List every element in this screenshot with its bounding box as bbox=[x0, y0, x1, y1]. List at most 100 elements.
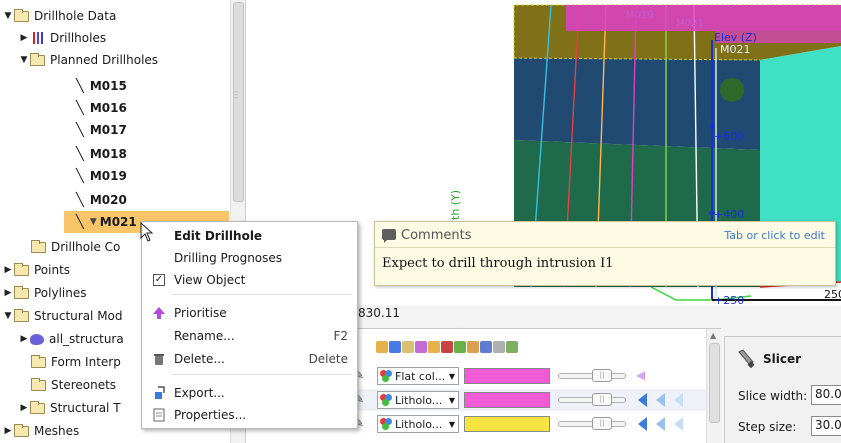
slice-width-input[interactable]: 80.00 bbox=[811, 385, 841, 405]
expand-arrow-icon[interactable]: ▶ bbox=[18, 334, 30, 344]
menu-item-export[interactable]: Export... bbox=[142, 382, 357, 404]
comment-body[interactable]: Expect to drill through intrusion I1 bbox=[382, 256, 614, 271]
scroll-grip-icon: – – – bbox=[234, 87, 238, 102]
folder-icon bbox=[14, 423, 29, 437]
tree-item-m018[interactable]: ╲ M018 bbox=[76, 143, 226, 165]
menu-item-label: Prioritise bbox=[174, 306, 227, 320]
tree-item-label: M019 bbox=[89, 169, 127, 183]
scene-tick-right: 250 bbox=[824, 288, 841, 301]
tree-item-label: Polylines bbox=[34, 286, 87, 300]
shape-list-scrollbar-thumb[interactable] bbox=[709, 343, 720, 423]
colour-mode-select[interactable]: Litholo... ▼ bbox=[377, 415, 459, 433]
tree-item-m020[interactable]: ╲ M020 bbox=[76, 189, 226, 211]
render-mode-icon[interactable] bbox=[674, 417, 683, 431]
colour-mode-select[interactable]: Flat col... ▼ bbox=[377, 367, 459, 385]
menu-item-shortcut: Delete bbox=[308, 352, 348, 366]
shape-list-scrollbar[interactable]: ▲ bbox=[706, 329, 721, 443]
tree-item-label: Structural Mod bbox=[34, 309, 123, 323]
toolbar-icon[interactable] bbox=[376, 341, 388, 353]
tree-item-label: M018 bbox=[89, 147, 127, 161]
toolbar-icon[interactable] bbox=[506, 341, 518, 353]
toolbar-icon[interactable] bbox=[415, 341, 427, 353]
toolbar-icon[interactable] bbox=[428, 341, 440, 353]
tree-item-drillholes[interactable]: ▶ Drillholes bbox=[18, 27, 245, 49]
opacity-slider-thumb[interactable]: || bbox=[592, 369, 612, 382]
tree-item-label: Planned Drillholes bbox=[50, 53, 159, 67]
shape-toolbar bbox=[376, 341, 518, 353]
tree-item-m015[interactable]: ╲ M015 bbox=[76, 75, 226, 97]
scene-tick-600: +600 bbox=[714, 130, 744, 143]
folder-icon bbox=[14, 308, 29, 322]
scene-tick-250: +250 bbox=[714, 294, 744, 305]
menu-item-label: Export... bbox=[174, 386, 225, 400]
dropdown-arrow-icon: ▼ bbox=[448, 371, 455, 381]
colour-swatch[interactable] bbox=[464, 392, 550, 408]
menu-item-edit-drillhole[interactable]: Edit Drillhole bbox=[142, 225, 357, 247]
colour-mode-select[interactable]: Litholo... ▼ bbox=[377, 391, 459, 409]
step-size-input[interactable]: 30.00 bbox=[811, 416, 841, 436]
checkbox-checked-icon[interactable]: ✓ bbox=[152, 273, 166, 287]
expand-arrow-icon[interactable]: ▶ bbox=[2, 288, 14, 298]
menu-item-shortcut: F2 bbox=[333, 329, 348, 343]
expand-arrow-icon[interactable]: ▶ bbox=[2, 265, 14, 275]
render-mode-icon[interactable] bbox=[674, 393, 683, 407]
lighting-icon[interactable]: ◀ bbox=[636, 368, 645, 382]
tree-item-label: Drillholes bbox=[50, 31, 107, 45]
comment-marker-icon: ▼ bbox=[89, 217, 97, 227]
expand-arrow-icon[interactable]: ▶ bbox=[18, 403, 30, 413]
surface-icon bbox=[30, 333, 44, 345]
expand-arrow-icon[interactable]: ▼ bbox=[18, 55, 30, 65]
drillhole-icon: ╲ bbox=[76, 78, 84, 94]
render-mode-icon[interactable] bbox=[638, 393, 647, 407]
menu-item-label: Properties... bbox=[174, 408, 247, 422]
dropdown-arrow-icon: ▼ bbox=[448, 419, 455, 429]
menu-item-label: Delete... bbox=[174, 352, 225, 366]
comment-tooltip[interactable]: Comments Tab or click to edit Expect to … bbox=[374, 221, 836, 286]
tree-item-m017[interactable]: ╲ M017 bbox=[76, 119, 226, 141]
toolbar-icon[interactable] bbox=[454, 341, 466, 353]
tree-item-planned-drillholes[interactable]: ▼ Planned Drillholes bbox=[18, 49, 245, 71]
drillholes-icon bbox=[30, 32, 45, 44]
colour-swatch[interactable] bbox=[464, 368, 550, 384]
slicer-panel: Slicer Slice width: 80.00 Step size: 30.… bbox=[724, 336, 841, 443]
expand-arrow-icon[interactable]: ▼ bbox=[2, 311, 14, 321]
comment-icon bbox=[382, 229, 396, 243]
toolbar-icon[interactable] bbox=[389, 341, 401, 353]
drillhole-icon: ╲ bbox=[76, 192, 84, 208]
toolbar-icon[interactable] bbox=[402, 341, 414, 353]
menu-item-view-object[interactable]: ✓ View Object bbox=[142, 269, 357, 291]
menu-item-rename[interactable]: Rename... F2 bbox=[142, 325, 357, 347]
render-mode-icon[interactable] bbox=[656, 393, 665, 407]
menu-item-prioritise[interactable]: Prioritise bbox=[142, 302, 357, 324]
comment-edit-hint[interactable]: Tab or click to edit bbox=[724, 229, 825, 242]
tree-item-label: Points bbox=[34, 263, 71, 277]
tree-item-label: M020 bbox=[89, 193, 127, 207]
opacity-slider-thumb[interactable]: || bbox=[592, 393, 612, 406]
drillhole-icon: ╲ bbox=[76, 146, 84, 162]
expand-arrow-icon[interactable]: ▼ bbox=[2, 11, 14, 21]
menu-item-drilling-prognoses[interactable]: Drilling Prognoses bbox=[142, 247, 357, 269]
colour-swatch[interactable] bbox=[464, 416, 550, 432]
opacity-slider-thumb[interactable]: || bbox=[592, 417, 612, 430]
tree-item-m019[interactable]: ╲ M019 bbox=[76, 165, 226, 187]
slice-width-label: Slice width: bbox=[738, 389, 808, 403]
slicer-title: Slicer bbox=[763, 352, 802, 366]
toolbar-icon[interactable] bbox=[480, 341, 492, 353]
menu-item-delete[interactable]: Delete... Delete bbox=[142, 348, 357, 370]
toolbar-icon[interactable] bbox=[467, 341, 479, 353]
render-mode-icon[interactable] bbox=[656, 417, 665, 431]
comment-header: Comments Tab or click to edit bbox=[375, 222, 835, 248]
tree-item-drillhole-data[interactable]: ▼ Drillhole Data bbox=[2, 5, 232, 27]
context-menu: Edit Drillhole Drilling Prognoses ✓ View… bbox=[141, 221, 358, 429]
render-mode-icon[interactable] bbox=[638, 417, 647, 431]
folder-icon bbox=[31, 377, 46, 391]
menu-item-properties[interactable]: Properties... bbox=[142, 404, 357, 426]
tree-item-label: Stereonets bbox=[51, 378, 117, 392]
expand-arrow-icon[interactable]: ▶ bbox=[18, 33, 30, 43]
expand-arrow-icon[interactable]: ▶ bbox=[2, 426, 14, 436]
toolbar-icon[interactable] bbox=[441, 341, 453, 353]
tree-item-m016[interactable]: ╲ M016 bbox=[76, 97, 226, 119]
lock-icon[interactable] bbox=[493, 341, 505, 353]
tree-scrollbar-thumb[interactable] bbox=[233, 2, 244, 202]
scroll-up-icon[interactable]: ▲ bbox=[710, 331, 716, 340]
